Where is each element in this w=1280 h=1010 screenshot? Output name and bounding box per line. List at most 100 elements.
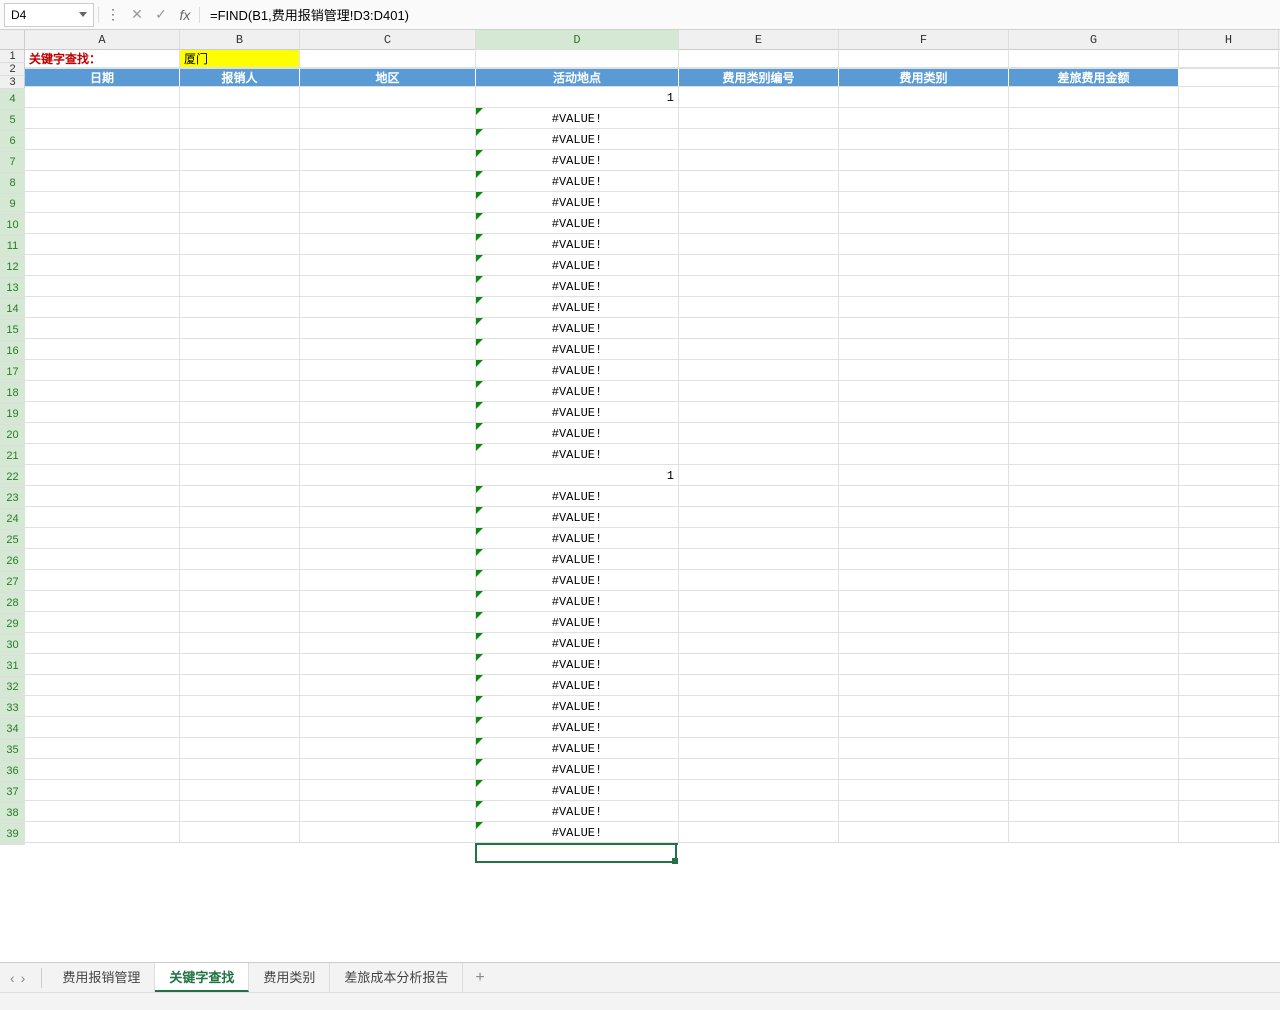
cell[interactable] — [25, 654, 180, 675]
cell[interactable] — [1009, 822, 1179, 843]
row-header[interactable]: 29 — [0, 614, 25, 635]
cell[interactable]: 活动地点 — [476, 69, 679, 86]
row-header[interactable]: 31 — [0, 656, 25, 677]
cell[interactable]: #VALUE! — [476, 549, 679, 570]
cell[interactable] — [839, 318, 1009, 339]
cell[interactable] — [25, 192, 180, 213]
cell[interactable] — [300, 360, 476, 381]
cell[interactable]: #VALUE! — [476, 717, 679, 738]
cell[interactable] — [1009, 402, 1179, 423]
cell[interactable] — [300, 318, 476, 339]
cell[interactable] — [679, 381, 839, 402]
cell[interactable] — [300, 129, 476, 150]
cell[interactable] — [25, 549, 180, 570]
cell[interactable] — [1179, 255, 1279, 276]
cell[interactable] — [839, 528, 1009, 549]
cell[interactable]: #VALUE! — [476, 423, 679, 444]
cell[interactable] — [180, 633, 300, 654]
cell[interactable] — [839, 129, 1009, 150]
cell[interactable] — [180, 360, 300, 381]
sheet-tab[interactable]: 差旅成本分析报告 — [330, 963, 463, 992]
cell[interactable] — [839, 822, 1009, 843]
cell[interactable] — [300, 192, 476, 213]
cell[interactable] — [839, 654, 1009, 675]
row-header[interactable]: 11 — [0, 236, 25, 257]
cell[interactable] — [1009, 50, 1179, 67]
row-header[interactable]: 34 — [0, 719, 25, 740]
cell[interactable] — [180, 675, 300, 696]
cell[interactable] — [180, 486, 300, 507]
cell[interactable] — [180, 318, 300, 339]
cell[interactable] — [1009, 297, 1179, 318]
cell[interactable]: #VALUE! — [476, 360, 679, 381]
row-header[interactable]: 39 — [0, 824, 25, 845]
cell[interactable] — [180, 381, 300, 402]
tab-next-icon[interactable]: › — [21, 970, 26, 986]
cell[interactable] — [1179, 759, 1279, 780]
cell[interactable]: #VALUE! — [476, 129, 679, 150]
cell[interactable] — [300, 276, 476, 297]
cells-area[interactable]: 关键字查找：厦门日期报销人地区活动地点费用类别编号费用类别差旅费用金额1#VAL… — [25, 50, 1280, 930]
cell[interactable]: #VALUE! — [476, 444, 679, 465]
cell[interactable] — [1179, 675, 1279, 696]
row-header[interactable]: 6 — [0, 131, 25, 152]
cell[interactable] — [679, 591, 839, 612]
cell[interactable] — [25, 759, 180, 780]
cell[interactable] — [300, 780, 476, 801]
row-header[interactable]: 10 — [0, 215, 25, 236]
cell[interactable] — [1179, 150, 1279, 171]
cell[interactable] — [1009, 360, 1179, 381]
cell[interactable] — [1179, 69, 1279, 86]
row-header[interactable]: 20 — [0, 425, 25, 446]
add-sheet-button[interactable]: + — [463, 969, 496, 987]
cell[interactable] — [1179, 717, 1279, 738]
cell[interactable] — [1179, 50, 1279, 67]
cell[interactable] — [300, 801, 476, 822]
cell[interactable] — [1179, 423, 1279, 444]
cell[interactable] — [679, 192, 839, 213]
cell[interactable] — [1009, 633, 1179, 654]
cell[interactable] — [300, 465, 476, 486]
cell[interactable]: #VALUE! — [476, 654, 679, 675]
cell[interactable] — [679, 717, 839, 738]
cell[interactable] — [25, 801, 180, 822]
cell[interactable] — [25, 150, 180, 171]
cell[interactable] — [25, 528, 180, 549]
cell[interactable] — [839, 780, 1009, 801]
cell[interactable] — [839, 591, 1009, 612]
cell[interactable] — [300, 549, 476, 570]
cell[interactable] — [1179, 402, 1279, 423]
cell[interactable] — [839, 87, 1009, 108]
cell[interactable] — [300, 50, 476, 67]
cell[interactable] — [25, 213, 180, 234]
cell[interactable] — [1179, 213, 1279, 234]
cell[interactable] — [1179, 360, 1279, 381]
cell[interactable] — [1179, 633, 1279, 654]
row-header[interactable]: 27 — [0, 572, 25, 593]
cell[interactable] — [25, 129, 180, 150]
cell[interactable] — [679, 87, 839, 108]
row-header[interactable]: 19 — [0, 404, 25, 425]
cell[interactable] — [679, 360, 839, 381]
cell[interactable] — [180, 213, 300, 234]
cell[interactable] — [839, 549, 1009, 570]
cell[interactable] — [180, 591, 300, 612]
cell[interactable]: #VALUE! — [476, 822, 679, 843]
row-header[interactable]: 4 — [0, 89, 25, 110]
tab-prev-icon[interactable]: ‹ — [10, 970, 15, 986]
cell[interactable] — [180, 192, 300, 213]
cell[interactable] — [839, 150, 1009, 171]
cell[interactable] — [300, 213, 476, 234]
cell[interactable] — [839, 444, 1009, 465]
cell[interactable] — [1009, 696, 1179, 717]
cell[interactable] — [679, 696, 839, 717]
cell[interactable] — [1179, 738, 1279, 759]
cell[interactable] — [180, 150, 300, 171]
cell[interactable] — [839, 50, 1009, 67]
cell[interactable] — [679, 255, 839, 276]
sheet-tab[interactable]: 费用报销管理 — [48, 963, 155, 992]
cell[interactable] — [300, 402, 476, 423]
cell[interactable]: #VALUE! — [476, 150, 679, 171]
cell[interactable] — [1009, 213, 1179, 234]
cell[interactable]: #VALUE! — [476, 528, 679, 549]
